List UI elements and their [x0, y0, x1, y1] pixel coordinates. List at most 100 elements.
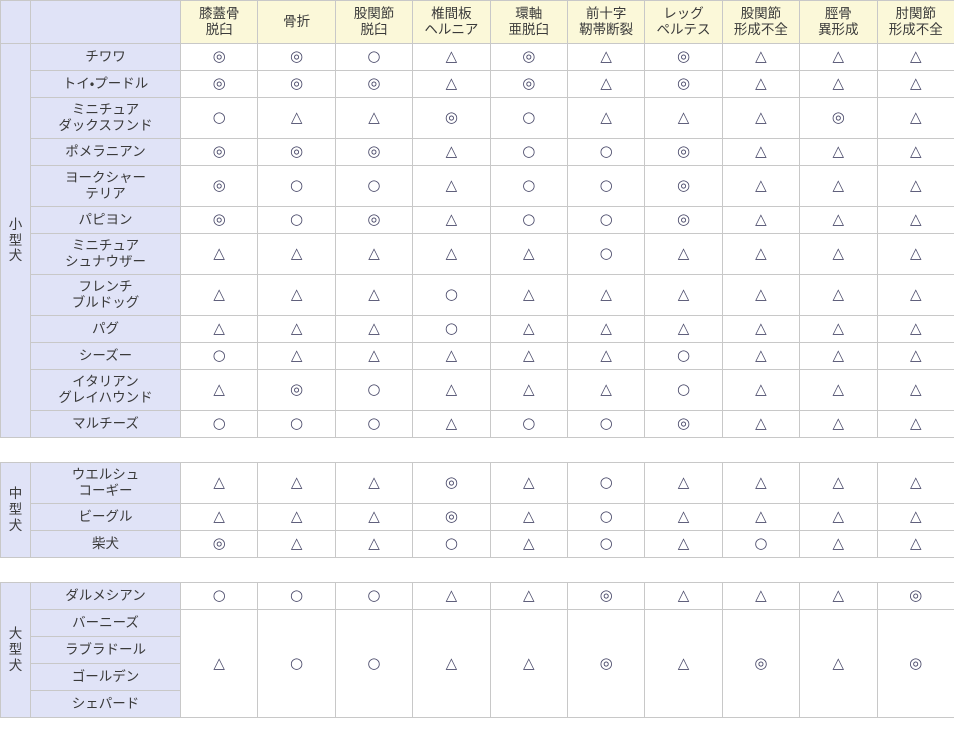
- header-corner-breed: [30, 0, 181, 44]
- severity-symbol: △: [909, 380, 922, 399]
- cell-large-merged-7: ◎: [721, 609, 801, 718]
- severity-symbol: ◎: [676, 414, 691, 433]
- severity-symbol: △: [909, 176, 922, 195]
- cell-small-3-6: ◎: [644, 138, 723, 166]
- severity-symbol: ○: [367, 176, 381, 195]
- cell-small-3-9: △: [876, 138, 954, 166]
- table-row: 小 型 犬 チワワ ◎ ◎ ○ △ ◎ △ ◎ △ △ △: [0, 43, 954, 438]
- cell-small-4-6: ◎: [644, 165, 723, 207]
- cell-small-10-7: △: [721, 369, 801, 411]
- cell-small-1-1: ◎: [257, 70, 336, 98]
- breed-label: 柴犬: [30, 530, 181, 558]
- table-row: 中 型 犬 ウエルシュ コーギー △ △ △ ◎ △ ○ △ △ △ △: [0, 462, 954, 558]
- cell-large-0-6: △: [644, 582, 723, 610]
- cell-small-6-3: △: [412, 233, 491, 275]
- column-header-keikotsu-ikeisei: 脛骨 異形成: [799, 0, 878, 44]
- severity-symbol: ◎: [444, 507, 458, 526]
- severity-symbol: △: [522, 507, 535, 526]
- severity-symbol: △: [755, 507, 767, 526]
- severity-symbol: △: [445, 176, 458, 195]
- header-corner-group: [0, 0, 31, 44]
- severity-symbol: △: [213, 653, 225, 672]
- section-gap-small-medium: [0, 438, 954, 462]
- breed-label: ゴールデン: [30, 663, 181, 691]
- cell-small-5-5: ○: [566, 206, 646, 234]
- breed-label: ポメラニアン: [30, 138, 181, 166]
- cell-large-merged-8: △: [799, 609, 878, 718]
- header-line: ペルテス: [656, 22, 711, 37]
- severity-symbol: △: [290, 473, 303, 492]
- cell-small-0-7: △: [721, 43, 801, 71]
- header-line: ヘルニア: [424, 22, 479, 37]
- breed-label: マルチーズ: [30, 410, 181, 438]
- cell-medium-2-5: ○: [566, 530, 646, 558]
- cell-small-11-7: △: [721, 410, 801, 438]
- severity-symbol: △: [213, 244, 225, 263]
- cell-small-5-1: ○: [257, 206, 336, 234]
- cell-small-6-4: △: [489, 233, 568, 275]
- severity-symbol: ○: [599, 534, 613, 553]
- breed-label: チワワ: [30, 43, 181, 71]
- cell-small-8-0: △: [179, 315, 259, 343]
- severity-symbol: △: [445, 653, 458, 672]
- severity-symbol: ◎: [212, 210, 226, 229]
- header-line: 脛骨: [824, 6, 852, 22]
- cell-small-7-4: △: [489, 274, 568, 316]
- cell-small-2-9: △: [876, 97, 954, 139]
- body-small-dogs: 小 型 犬 チワワ ◎ ◎ ○ △ ◎ △ ◎ △ △ △ トイ・プードル ◎ …: [0, 43, 954, 438]
- cell-small-9-5: △: [566, 342, 646, 370]
- cell-small-2-4: ○: [489, 97, 568, 139]
- severity-symbol: △: [445, 586, 458, 605]
- severity-symbol: △: [909, 346, 922, 365]
- column-header-kokansetsu-keisei-fuzen: 股関節 形成不全: [721, 0, 801, 44]
- table-row: 大 型 犬 ダルメシアン ○ ○ ○ △ △ ◎ △ △ △ ◎: [0, 582, 954, 718]
- cell-small-8-8: △: [799, 315, 878, 343]
- severity-symbol: △: [755, 244, 767, 263]
- table-row: トイ・プードル ◎ ◎ ◎ △ ◎ △ ◎ △ △ △: [1, 70, 954, 98]
- table-row: ヨークシャー テリア ◎ ○ ○ △ ○ ○ ◎ △ △ △: [1, 165, 954, 207]
- column-header-chukansetsu-keisei-fuzen: 肘関節 形成不全: [876, 0, 954, 44]
- severity-symbol: △: [832, 210, 845, 229]
- cell-small-11-5: ○: [566, 410, 646, 438]
- breed-label: ミニチュア シュナウザー: [30, 233, 181, 275]
- cell-small-1-7: △: [721, 70, 801, 98]
- severity-symbol: △: [909, 108, 922, 127]
- severity-symbol: ◎: [367, 210, 381, 229]
- breed-label: ダルメシアン: [30, 582, 181, 610]
- severity-symbol: △: [677, 507, 690, 526]
- cell-medium-2-8: △: [799, 530, 878, 558]
- severity-symbol: ◎: [676, 176, 691, 195]
- severity-symbol: △: [600, 380, 612, 399]
- severity-symbol: △: [213, 319, 225, 338]
- header-line: 前十字: [585, 6, 627, 22]
- severity-symbol: △: [368, 108, 380, 127]
- severity-symbol: △: [832, 507, 845, 526]
- severity-symbol: ○: [676, 346, 691, 365]
- column-header-kanjiku-adakkyu: 環軸 亜脱臼: [489, 0, 568, 44]
- severity-symbol: ○: [367, 414, 381, 433]
- cell-small-10-3: △: [412, 369, 491, 411]
- cell-small-2-6: △: [644, 97, 723, 139]
- cell-small-8-5: △: [566, 315, 646, 343]
- severity-symbol: ○: [599, 142, 613, 161]
- severity-symbol: △: [832, 586, 845, 605]
- breed-line: シュナウザー: [65, 254, 146, 269]
- breed-label: ビーグル: [30, 503, 181, 531]
- cell-small-3-7: △: [721, 138, 801, 166]
- severity-symbol: △: [213, 473, 225, 492]
- severity-symbol: △: [677, 319, 690, 338]
- cell-medium-1-5: ○: [566, 503, 646, 531]
- severity-symbol: △: [600, 47, 612, 66]
- cell-small-10-1: ◎: [257, 369, 336, 411]
- breed-label: パグ: [30, 315, 181, 343]
- cell-medium-0-6: △: [644, 462, 723, 504]
- cell-small-8-1: △: [257, 315, 336, 343]
- breed-label: フレンチ ブルドッグ: [30, 274, 181, 316]
- severity-symbol: ○: [212, 346, 226, 365]
- cell-medium-2-7: ○: [721, 530, 801, 558]
- severity-symbol: △: [600, 346, 612, 365]
- cell-small-3-2: ◎: [334, 138, 414, 166]
- group-label-char: 型: [8, 232, 23, 248]
- severity-symbol: ◎: [754, 653, 768, 672]
- severity-symbol: △: [445, 210, 458, 229]
